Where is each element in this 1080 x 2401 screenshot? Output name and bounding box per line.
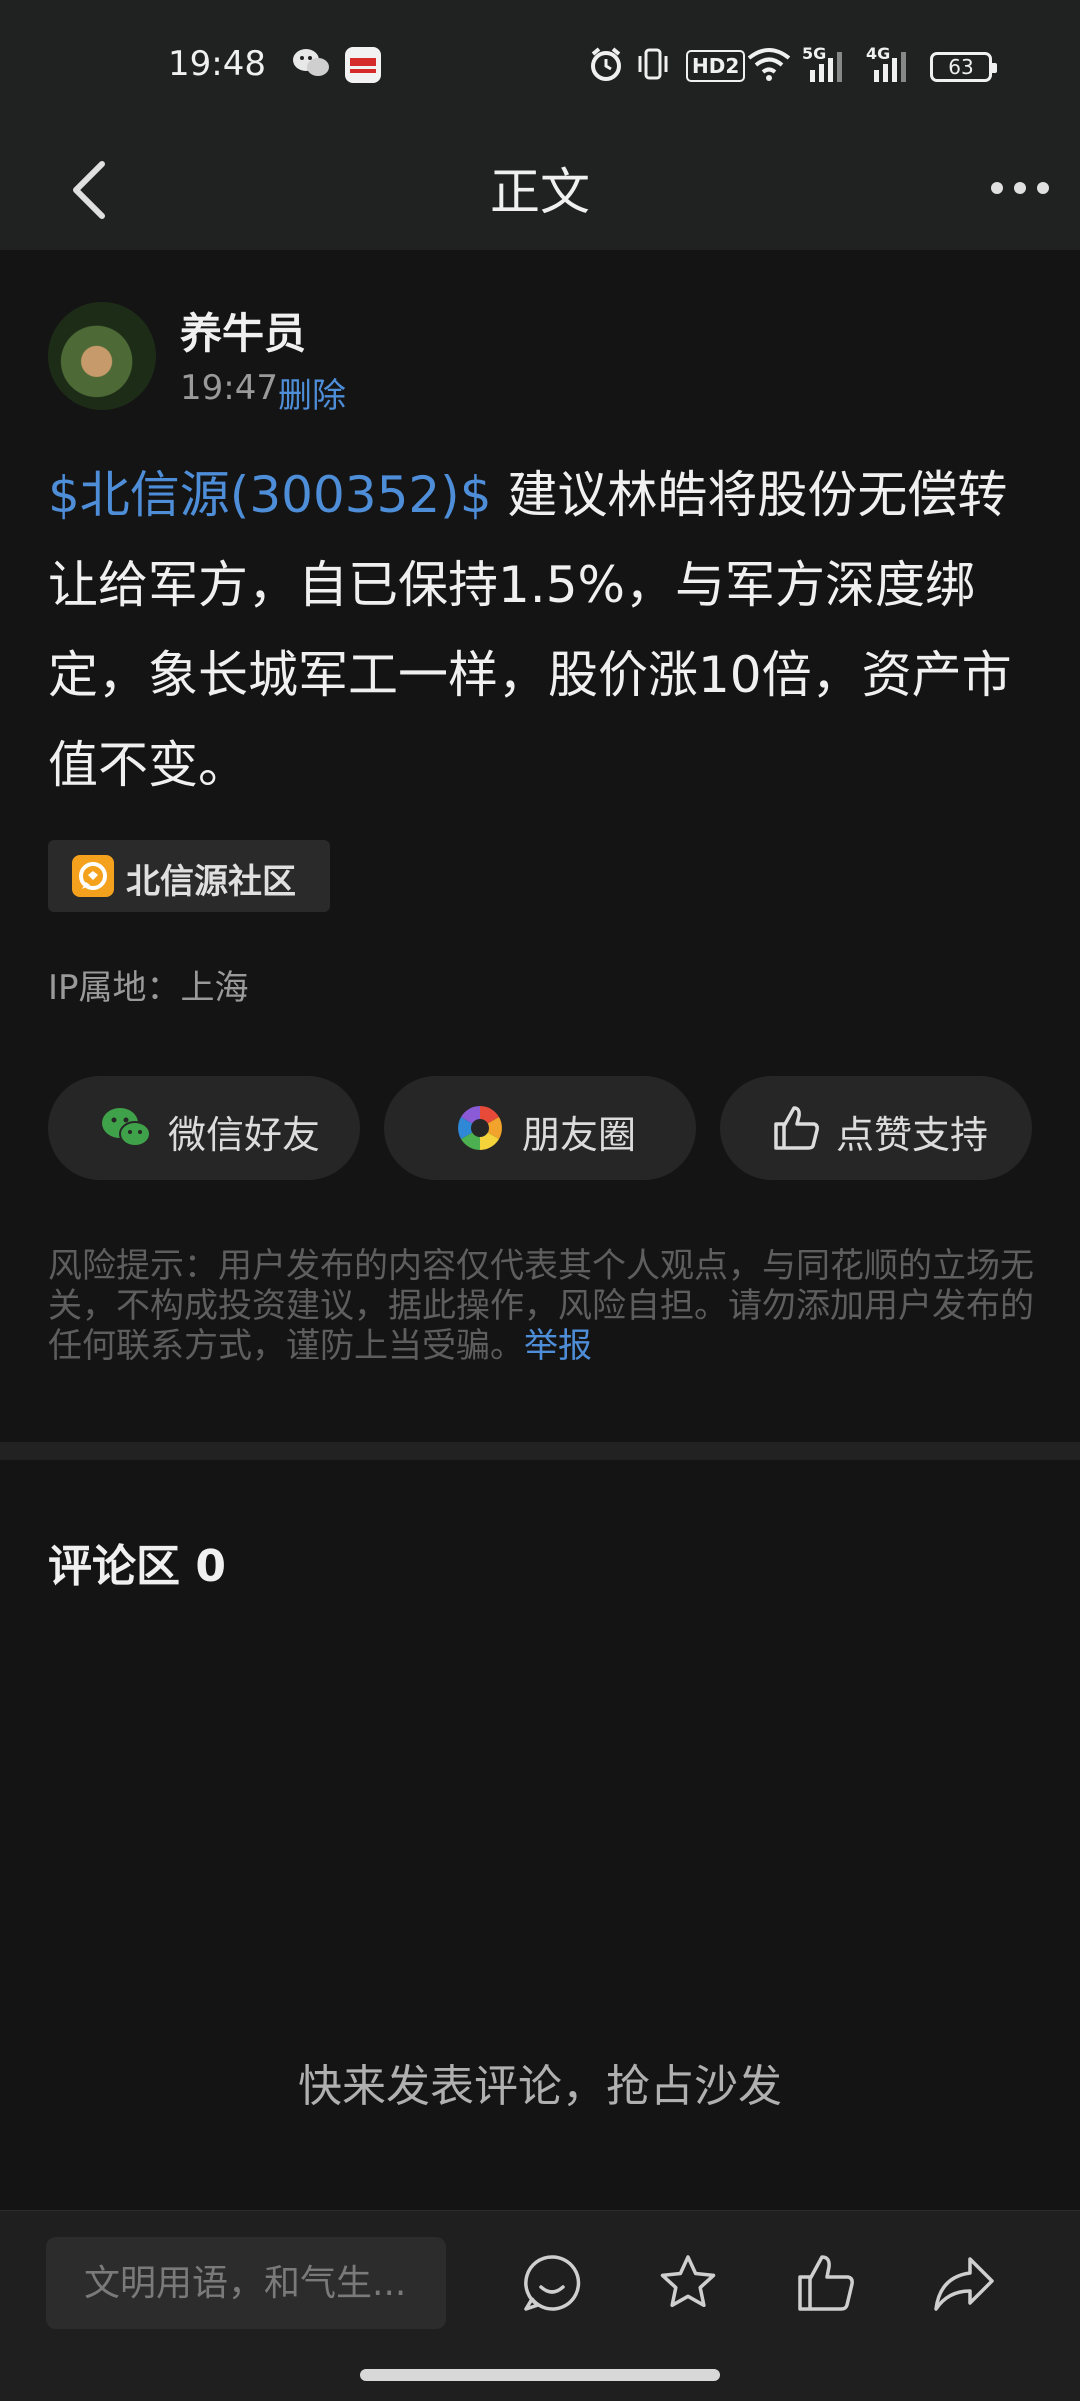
community-tag[interactable]: 北信源社区 bbox=[48, 840, 330, 912]
share-wechat-button[interactable]: 微信好友 bbox=[48, 1076, 360, 1180]
page-title: 正文 bbox=[490, 163, 590, 221]
share-moments-label: 朋友圈 bbox=[522, 1113, 637, 1157]
like-button[interactable] bbox=[794, 2251, 858, 2315]
community-icon bbox=[72, 855, 114, 897]
like-support-label: 点赞支持 bbox=[836, 1113, 989, 1157]
star-icon bbox=[660, 2255, 716, 2308]
emoji-comment-button[interactable] bbox=[520, 2251, 584, 2315]
avatar[interactable] bbox=[48, 302, 156, 410]
section-divider bbox=[0, 1442, 1080, 1460]
author-name[interactable]: 养牛员 bbox=[180, 300, 306, 361]
home-indicator[interactable] bbox=[360, 2369, 720, 2381]
more-options-button[interactable] bbox=[985, 158, 1055, 218]
title-bar: 正文 bbox=[0, 132, 1080, 250]
alarm-icon bbox=[588, 46, 624, 86]
share-button[interactable] bbox=[932, 2251, 996, 2315]
post-time: 19:47 bbox=[180, 368, 278, 408]
status-bar: 19:48 HD2 5G 4G 63 bbox=[0, 0, 1080, 132]
share-wechat-label: 微信好友 bbox=[168, 1113, 321, 1157]
ip-location: IP属地：上海 bbox=[48, 968, 249, 1008]
signal-icon-2 bbox=[872, 52, 912, 88]
risk-notice: 风险提示：用户发布的内容仅代表其个人观点，与同花顺的立场无关，不构成投资建议，据… bbox=[48, 1246, 1038, 1366]
stock-link[interactable]: $北信源(300352)$ bbox=[48, 466, 492, 524]
bottom-action-bar bbox=[0, 2210, 1080, 2401]
wechat-notification-icon bbox=[292, 46, 330, 84]
vibrate-icon bbox=[636, 46, 670, 86]
signal-icon-1 bbox=[808, 52, 848, 88]
thumbs-up-icon bbox=[772, 1104, 822, 1156]
wifi-icon bbox=[746, 46, 792, 86]
status-time: 19:48 bbox=[168, 44, 266, 84]
thumbs-up-icon bbox=[798, 2255, 854, 2311]
favorite-button[interactable] bbox=[656, 2251, 720, 2315]
comments-header: 评论区 0 bbox=[48, 1541, 226, 1592]
hd-icon: HD2 bbox=[686, 50, 746, 82]
wechat-icon bbox=[100, 1104, 152, 1156]
comment-input[interactable] bbox=[46, 2237, 446, 2329]
moments-icon bbox=[456, 1104, 504, 1156]
comments-empty-message: 快来发表评论，抢占沙发 bbox=[298, 2061, 782, 2112]
smile-comment-icon bbox=[524, 2255, 581, 2311]
post-detail: 养牛员 19:47 删除 $北信源(300352)$ 建议林皓将股份无偿转让给军… bbox=[0, 250, 1080, 1442]
like-support-button[interactable]: 点赞支持 bbox=[720, 1076, 1032, 1180]
community-label: 北信源社区 bbox=[126, 862, 296, 902]
more-dots-icon bbox=[991, 182, 1049, 194]
finance-app-notification-icon bbox=[344, 46, 382, 88]
post-body: $北信源(300352)$ 建议林皓将股份无偿转让给军方，自已保持1.5%，与军… bbox=[48, 450, 1038, 810]
battery-indicator: 63 bbox=[930, 52, 997, 82]
share-arrow-icon bbox=[934, 2257, 994, 2311]
delete-link[interactable]: 删除 bbox=[278, 368, 346, 417]
report-link[interactable]: 举报 bbox=[524, 1326, 592, 1366]
share-moments-button[interactable]: 朋友圈 bbox=[384, 1076, 696, 1180]
